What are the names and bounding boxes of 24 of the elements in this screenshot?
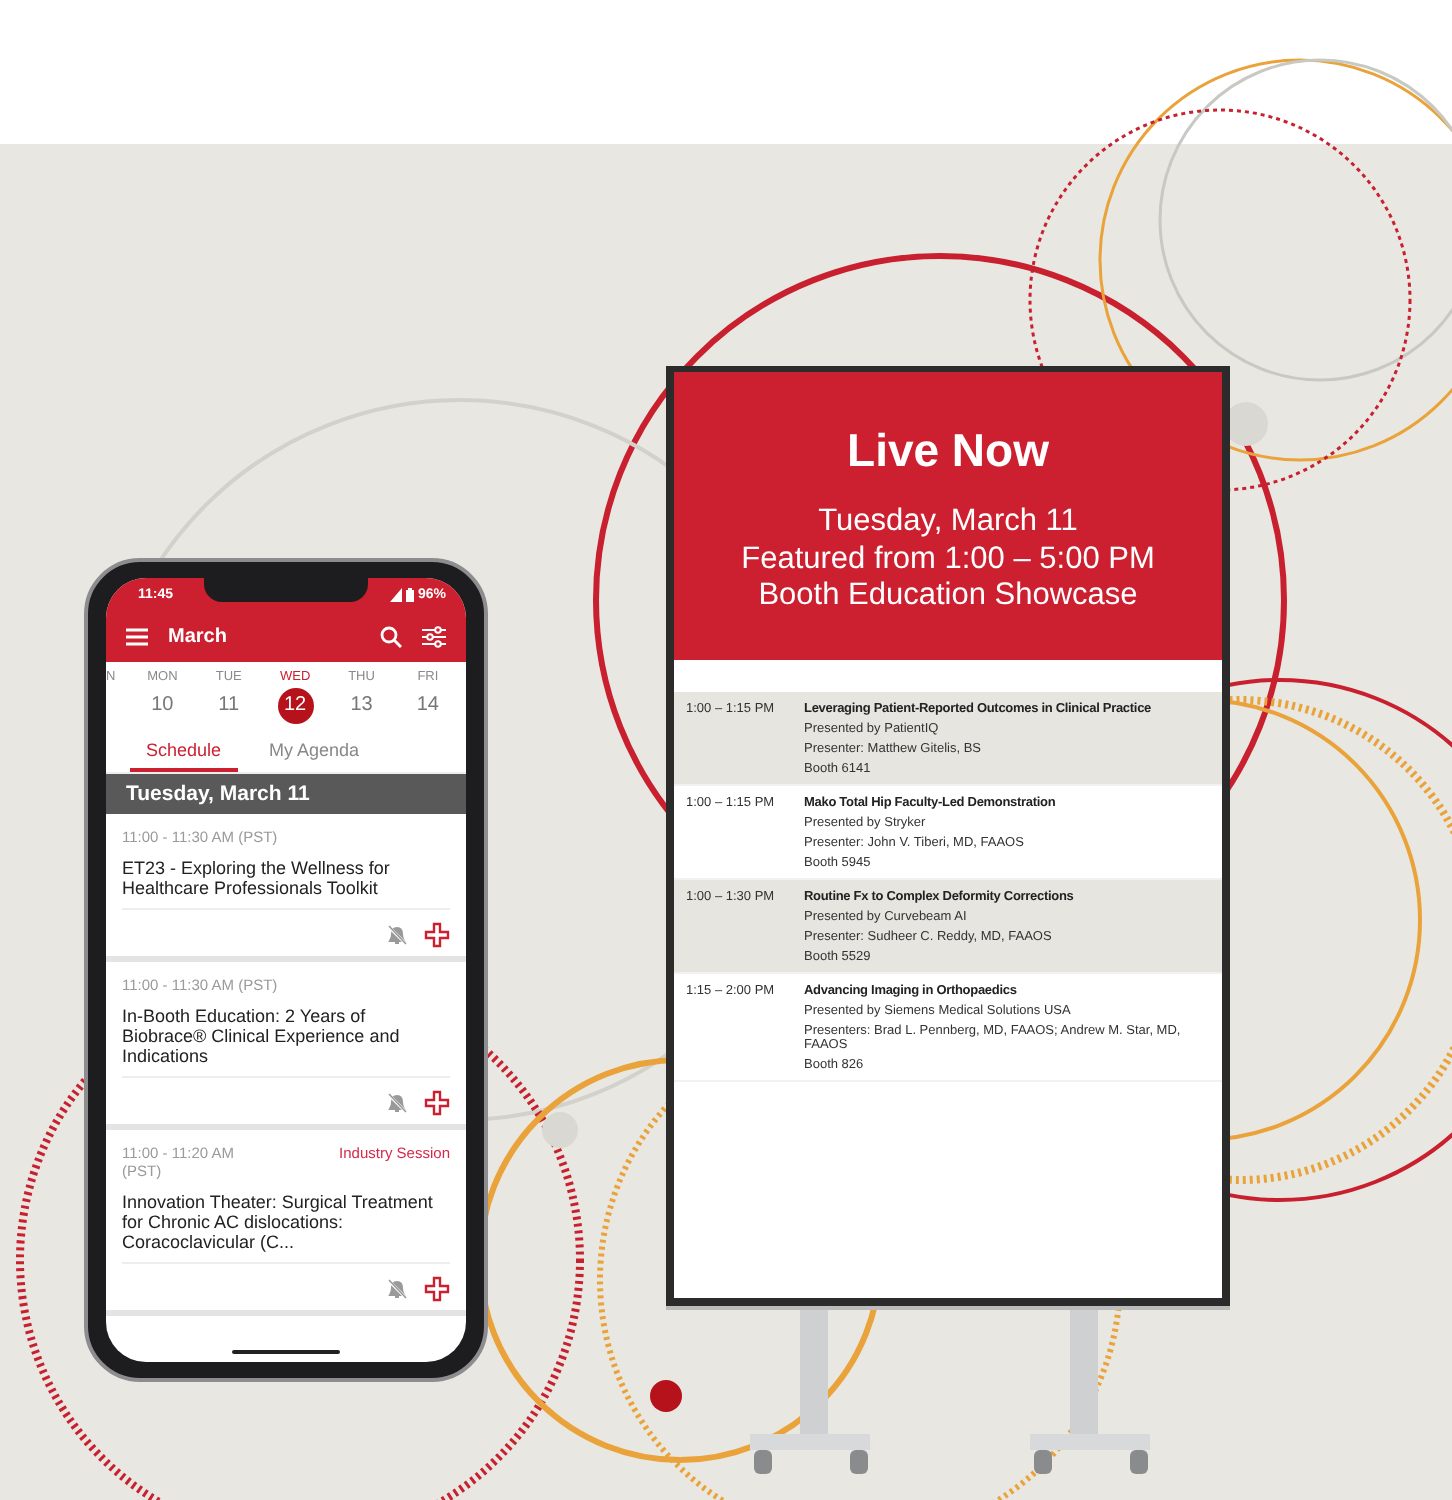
filter-icon[interactable]	[422, 626, 446, 648]
muted-bell-icon[interactable]	[386, 923, 408, 946]
month-title: March	[168, 626, 227, 648]
session-title: In-Booth Education: 2 Years of Biobrace® Clinical Experience and Indications	[122, 1005, 450, 1078]
session-title: ET23 - Exploring the Wellness for Healthcare Professionals Toolkit	[122, 858, 450, 910]
display-subtitle: Tuesday, March 11	[818, 504, 1078, 542]
decorative-dot	[650, 1380, 682, 1412]
display-subtitle: Booth Education Showcase	[758, 578, 1138, 616]
muted-bell-icon[interactable]	[386, 1091, 408, 1114]
add-icon[interactable]	[424, 1275, 450, 1302]
decorative-dot	[1224, 402, 1268, 446]
add-icon[interactable]	[424, 1089, 450, 1116]
add-icon[interactable]	[424, 921, 450, 948]
signal-icon	[389, 588, 402, 602]
muted-bell-icon[interactable]	[386, 1277, 408, 1300]
display-subtitle: Featured from 1:00 – 5:00 PM	[741, 541, 1155, 579]
search-icon[interactable]	[380, 626, 402, 648]
battery-icon	[405, 588, 414, 602]
menu-icon[interactable]	[126, 628, 148, 646]
display-title: Live Now	[847, 424, 1049, 478]
view-tab[interactable]: My Agenda	[253, 734, 376, 772]
date-header: Tuesday, March 11	[106, 774, 466, 814]
home-indicator	[232, 1350, 340, 1354]
session-title: Innovation Theater: Surgical Treatment for Chronic AC dislocations: Coracoclavicular (C...	[122, 1191, 450, 1264]
